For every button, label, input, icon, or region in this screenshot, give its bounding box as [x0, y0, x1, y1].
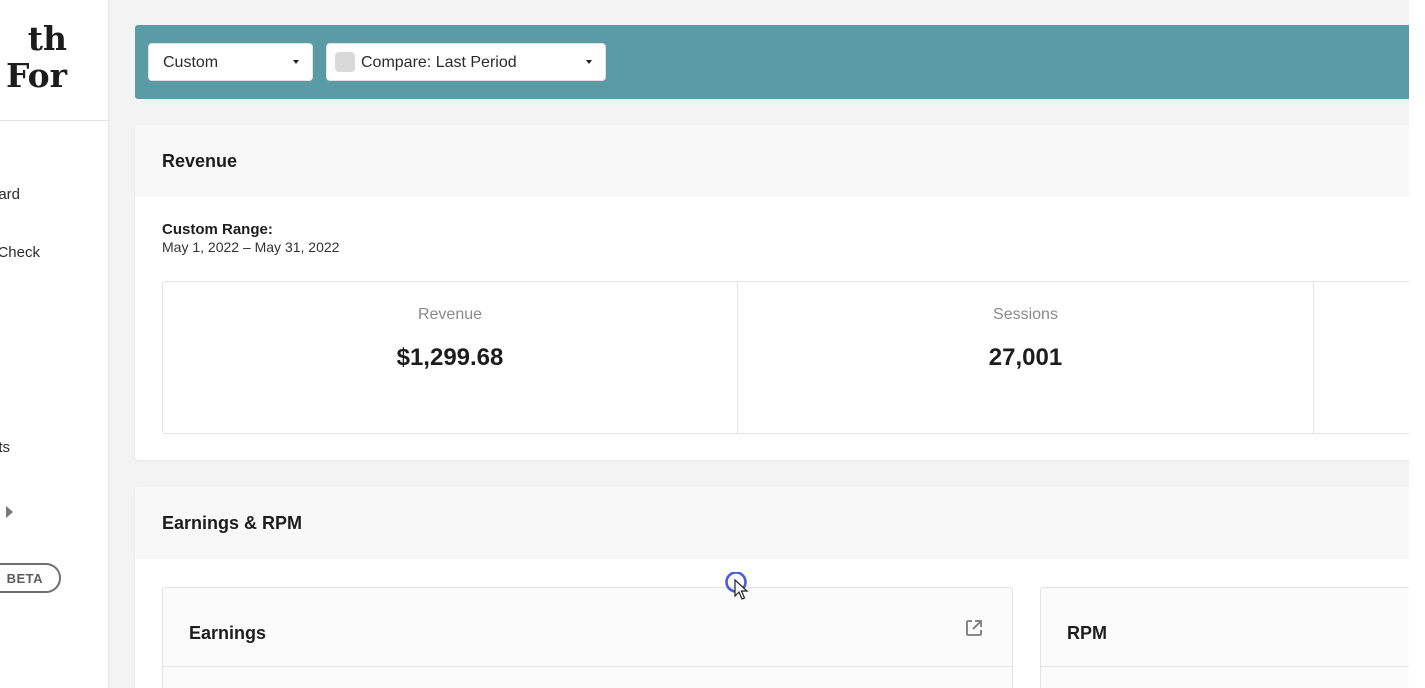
compare-checkbox[interactable] [335, 52, 355, 72]
metric-sessions: Sessions 27,001 [738, 282, 1314, 433]
brand-logo[interactable]: th g For [0, 20, 67, 94]
panel-divider [163, 666, 1012, 667]
caret-down-icon [586, 60, 592, 64]
panel-title: RPM [1067, 623, 1107, 643]
compare-value: Compare: Last Period [361, 54, 517, 71]
compare-select[interactable]: Compare: Last Period [326, 43, 606, 81]
card-title: Revenue [162, 151, 238, 171]
main-content: Custom Compare: Last Period Revenue Cust… [109, 0, 1425, 688]
earnings-rpm-card: Earnings & RPM Earnings RPM [135, 487, 1425, 688]
sidebar-divider [0, 120, 108, 121]
sidebar-item-dashboard[interactable]: ard [0, 186, 108, 206]
window-edge [1409, 0, 1425, 688]
card-header: Revenue [135, 125, 1425, 197]
sidebar-item-reports[interactable]: ts [0, 439, 108, 459]
metric-value: 27,001 [988, 344, 1063, 371]
panel-divider [1041, 666, 1425, 667]
chevron-right-icon[interactable] [6, 506, 13, 518]
date-range-value: Custom [163, 54, 219, 71]
filter-bar: Custom Compare: Last Period [135, 25, 1425, 99]
range-title: Custom Range: [162, 221, 273, 238]
earnings-panel: Earnings [162, 587, 1013, 688]
metric-value: $1,299.68 [396, 344, 504, 371]
metric-label: Revenue [417, 306, 483, 323]
card-header: Earnings & RPM [135, 487, 1425, 559]
panel-title: Earnings [189, 623, 267, 643]
range-dates: May 1, 2022 – May 31, 2022 [162, 239, 340, 255]
mouse-cursor-icon [725, 572, 749, 600]
date-range-select[interactable]: Custom [148, 43, 313, 81]
sidebar-item-health-check[interactable]: Check [0, 244, 108, 264]
external-link-icon[interactable] [964, 618, 984, 638]
beta-badge[interactable]: BETA [0, 563, 61, 593]
brand-line-2: g For [0, 56, 67, 95]
sidebar: th g For ard Check ts BETA [0, 0, 109, 688]
metrics-row: Revenue $1,299.68 Sessions 27,001 [162, 281, 1425, 434]
metric-label: Sessions [993, 306, 1058, 323]
sidebar-item-label: ard [0, 186, 20, 203]
caret-down-icon [293, 60, 299, 64]
revenue-card: Revenue Custom Range: May 1, 2022 – May … [135, 125, 1425, 460]
sidebar-item-label: ts [0, 439, 10, 456]
beta-label: BETA [6, 571, 43, 586]
metric-revenue: Revenue $1,299.68 [163, 282, 738, 433]
rpm-panel: RPM [1040, 587, 1425, 688]
sidebar-item-label: Check [0, 244, 40, 261]
card-title: Earnings & RPM [162, 513, 303, 533]
brand-line-1: th [27, 19, 67, 58]
